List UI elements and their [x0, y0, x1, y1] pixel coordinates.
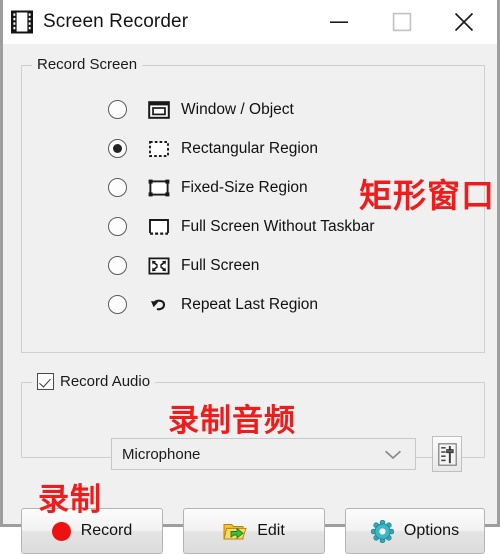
minimize-button[interactable]	[305, 0, 373, 44]
option-label: Window / Object	[181, 100, 294, 118]
audio-device-value: Microphone	[122, 445, 201, 463]
record-audio-checkbox[interactable]	[37, 373, 54, 390]
audio-mixer-button[interactable]	[432, 436, 462, 472]
fixed-size-region-icon	[148, 179, 170, 196]
close-icon	[454, 12, 474, 32]
audio-mixer-icon	[437, 442, 457, 466]
option-rectangular-region[interactable]: Rectangular Region	[22, 129, 484, 168]
window-object-icon	[148, 100, 170, 119]
record-button-label: Record	[80, 522, 133, 539]
edit-folder-icon	[223, 524, 247, 540]
rectangular-region-icon	[149, 140, 169, 157]
close-button[interactable]	[431, 0, 497, 44]
edit-button-label: Edit	[257, 522, 285, 539]
option-window-object[interactable]: Window / Object	[22, 90, 484, 129]
option-label: Full Screen	[181, 256, 260, 274]
option-label: Repeat Last Region	[181, 295, 319, 313]
minimize-icon	[330, 21, 348, 23]
chevron-down-icon	[385, 450, 401, 459]
radio-full-screen[interactable]	[108, 256, 127, 275]
option-full-screen[interactable]: Full Screen	[22, 246, 484, 285]
record-dot-icon	[51, 521, 71, 541]
full-screen-no-taskbar-icon	[149, 218, 169, 235]
record-screen-caption: Record Screen	[32, 56, 143, 73]
window-title: Screen Recorder	[43, 11, 189, 32]
radio-rectangular-region[interactable]	[108, 139, 127, 158]
record-screen-caption-label: Record Screen	[37, 56, 138, 73]
maximize-icon	[392, 12, 412, 32]
edit-button[interactable]: Edit	[183, 508, 325, 554]
record-button[interactable]: Record	[21, 508, 163, 554]
option-label: Rectangular Region	[181, 139, 319, 157]
window-controls	[305, 0, 497, 44]
screen-recorder-window: Screen Recorder Record Screen Window / O…	[0, 0, 500, 554]
audio-device-select[interactable]: Microphone	[111, 438, 416, 470]
option-fixed-size-region[interactable]: Fixed-Size Region	[22, 168, 484, 207]
record-audio-caption[interactable]: Record Audio	[32, 373, 156, 390]
gear-icon	[370, 519, 394, 543]
option-label: Full Screen Without Taskbar	[181, 217, 375, 235]
film-strip-icon	[11, 10, 33, 34]
option-repeat-last-region[interactable]: Repeat Last Region	[22, 285, 484, 324]
options-button-label: Options	[403, 522, 460, 539]
radio-full-screen-without-taskbar[interactable]	[108, 217, 127, 236]
options-button[interactable]: Options	[345, 508, 485, 554]
record-screen-options: Window / Object Rectangular Region Fixed…	[22, 90, 484, 324]
option-full-screen-without-taskbar[interactable]: Full Screen Without Taskbar	[22, 207, 484, 246]
title-bar: Screen Recorder	[3, 0, 497, 44]
radio-window-object[interactable]	[108, 100, 127, 119]
record-audio-caption-label: Record Audio	[60, 373, 151, 390]
maximize-button[interactable]	[373, 0, 431, 44]
radio-fixed-size-region[interactable]	[108, 178, 127, 197]
full-screen-icon	[148, 257, 170, 274]
record-screen-group: Record Screen Window / Object Rectangula…	[21, 56, 485, 353]
option-label: Fixed-Size Region	[181, 178, 308, 196]
radio-repeat-last-region[interactable]	[108, 295, 127, 314]
repeat-last-region-icon	[151, 299, 166, 310]
client-area: Record Screen Window / Object Rectangula…	[3, 44, 497, 554]
